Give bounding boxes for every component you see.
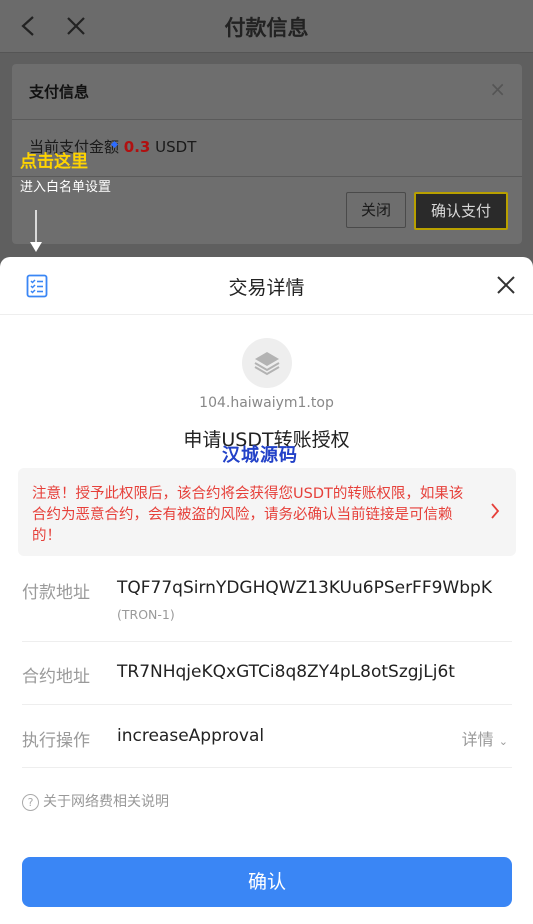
hint-whitelist-text: 进入白名单设置 — [20, 180, 112, 195]
row-label: 执行操作 — [22, 731, 90, 751]
down-arrow-icon — [30, 210, 42, 252]
network-fee-note[interactable]: ? 关于网络费相关说明 — [22, 791, 169, 811]
dapp-logo — [242, 338, 292, 388]
warning-box[interactable]: 注意！授予此权限后，该合约将会获得您USDT的转账权限，如果该合约为恶意合约，会… — [18, 468, 516, 556]
transaction-sheet: 交易详情 104.haiwaiym1.top 申请USDT转账授权 汉城源码 注… — [0, 257, 533, 924]
dialog-title: 支付信息 — [29, 83, 90, 101]
payment-dialog: 支付信息 × 当前支付金额 0.3 USDT 关闭 确认支付 — [12, 64, 522, 244]
confirm-button[interactable]: 确认 — [22, 857, 512, 907]
dapp-url: 104.haiwaiym1.top — [199, 395, 334, 411]
confirm-payment-button[interactable]: 确认支付 — [414, 192, 508, 230]
operation-row: 执行操作 increaseApproval 详情 ⌄ — [22, 705, 512, 768]
layers-icon — [254, 352, 280, 376]
sheet-header: 交易详情 — [0, 257, 533, 315]
dialog-close-button[interactable]: 关闭 — [346, 192, 406, 228]
sheet-title: 交易详情 — [228, 277, 305, 299]
watermark-text: 汉城源码 — [222, 445, 298, 466]
hint-click-here: 点击这里 — [20, 152, 88, 172]
operation-detail-toggle[interactable]: 详情 ⌄ — [462, 726, 508, 750]
payer-address-row: 付款地址 TQF77qSirnYDGHQWZ13KUu6PSerFF9WbpK … — [22, 569, 512, 642]
network-label: (TRON-1) — [117, 607, 175, 622]
amount-value: 0.3 — [123, 138, 151, 156]
detail-label: 详情 — [461, 730, 494, 749]
contract-address-row: 合约地址 TR7NHqjeKQxGTCi8q8ZY4pL8otSzgjLj6t — [22, 642, 512, 705]
warning-text: 注意！授予此权限后，该合约将会获得您USDT的转账权限，如果该合约为恶意合约，会… — [32, 486, 464, 544]
dialog-header: 支付信息 × — [12, 64, 522, 120]
fee-note-text: 关于网络费相关说明 — [43, 794, 169, 810]
payer-address-value: TQF77qSirnYDGHQWZ13KUu6PSerFF9WbpK — [117, 578, 492, 598]
operation-value: increaseApproval — [117, 726, 265, 746]
amount-unit: USDT — [155, 138, 197, 156]
page-title: 付款信息 — [224, 16, 309, 40]
question-icon: ? — [22, 793, 39, 811]
chevron-down-icon: ⌄ — [498, 735, 508, 748]
chevron-right-icon — [491, 503, 500, 519]
dialog-close-icon[interactable]: × — [489, 77, 506, 101]
contract-address-value: TR7NHqjeKQxGTCi8q8ZY4pL8otSzgjLj6t — [117, 662, 455, 682]
page-header: 付款信息 — [0, 0, 533, 53]
row-label: 合约地址 — [22, 667, 90, 687]
sheet-close-icon[interactable] — [496, 275, 516, 295]
row-label: 付款地址 — [22, 583, 90, 603]
